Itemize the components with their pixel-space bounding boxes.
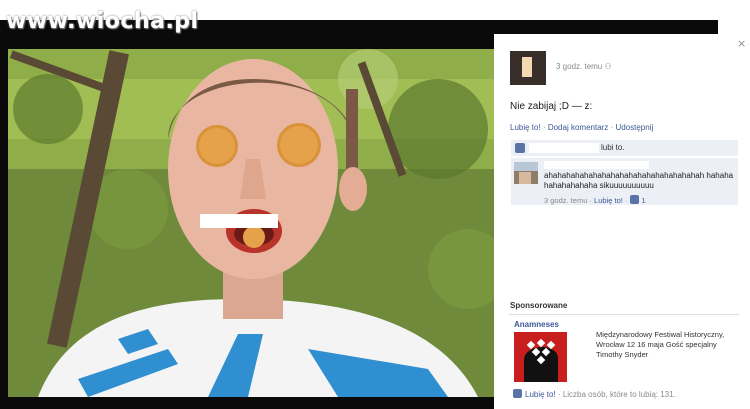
ad-description: Międzynarodowy Festiwal Historyczny, Wro… (596, 330, 725, 359)
comment-like-button[interactable]: Lubię to! (594, 196, 623, 205)
post-meta: 3 godz. temu ⚇ (556, 62, 612, 71)
comment-meta: 3 godz. temu · Lubię to! · 1 (544, 195, 646, 205)
censored-commenter-name (544, 161, 649, 169)
likes-summary: lubi to. (511, 140, 738, 156)
comment-button[interactable]: Dodaj komentarz (548, 123, 608, 132)
comment-avatar[interactable] (514, 162, 538, 184)
ad-like-button[interactable]: Lubię to! (525, 390, 556, 399)
post-actions: Lubię to! · Dodaj komentarz · Udostępnij (510, 123, 654, 132)
comment: ahahahahahahahahahahahahahahahahahah hah… (511, 158, 738, 205)
censored-names (529, 143, 599, 153)
comment-text: ahahahahahahahahahahahahahahahahahah hah… (544, 171, 734, 190)
comment-like-count[interactable]: 1 (629, 195, 646, 205)
thumbs-up-icon (515, 143, 525, 153)
post-time[interactable]: 3 godz. temu (556, 62, 602, 71)
comment-time[interactable]: 3 godz. temu (544, 196, 587, 205)
ad-like-count: Liczba osób, które to lubią: 131. (562, 390, 676, 399)
divider (509, 314, 739, 315)
post-author-avatar[interactable] (510, 51, 546, 85)
ad-title-link[interactable]: Anamneses (514, 320, 559, 329)
ad-logo-icon (514, 332, 567, 382)
ad-image[interactable] (514, 332, 567, 382)
photo[interactable] (8, 49, 494, 397)
thumbs-up-icon (629, 195, 639, 204)
post-message: Nie zabijaj ;D — z: (510, 101, 593, 112)
watermark-logo: www.wiocha.pl (6, 9, 199, 34)
thumbs-up-icon (513, 389, 522, 398)
share-button[interactable]: Udostępnij (615, 123, 653, 132)
header-strip (718, 20, 750, 34)
sponsored-heading: Sponsorowane (510, 301, 568, 310)
friends-icon: ⚇ (604, 62, 612, 71)
censor-bar (200, 214, 278, 228)
like-button[interactable]: Lubię to! (510, 123, 541, 132)
likes-text: lubi to. (601, 143, 625, 152)
ad-like-row: Lubię to! · Liczba osób, które to lubią:… (513, 389, 676, 399)
close-icon[interactable]: × (737, 37, 746, 50)
